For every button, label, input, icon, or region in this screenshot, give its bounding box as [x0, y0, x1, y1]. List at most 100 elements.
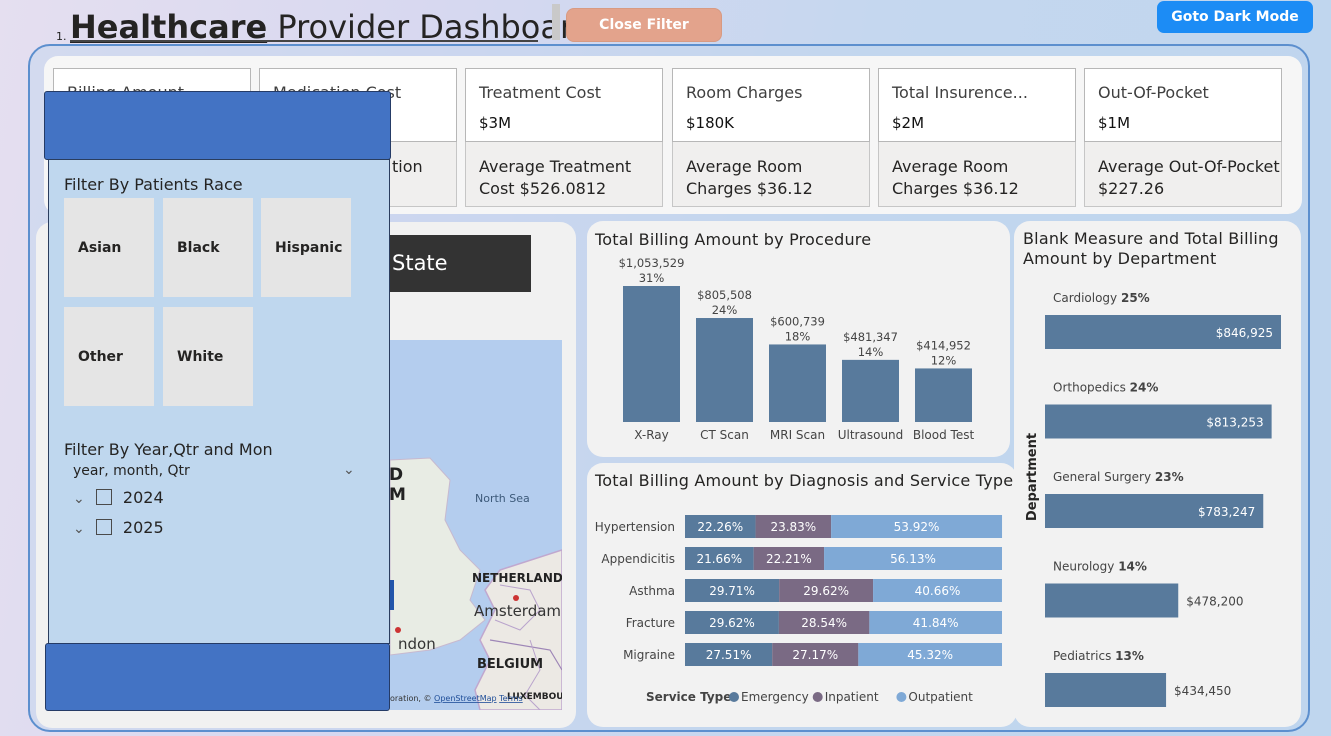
procedure-category-label: CT Scan — [700, 428, 749, 442]
procedure-chart[interactable]: $1,053,52931% X-Ray $805,50824% CT Scan $600… — [587, 255, 1010, 455]
kpi-value: $2M — [892, 114, 925, 132]
diagnosis-segment-label: 29.62% — [709, 616, 755, 630]
legend-marker-inpatient — [812, 692, 823, 702]
year-label: 2025 — [122, 518, 164, 537]
year-row-2024[interactable]: ⌄ 2024 — [73, 488, 164, 507]
map-label-london: ndon — [398, 635, 436, 653]
diagnosis-chart-panel: Total Billing Amount by Diagnosis and Se… — [587, 463, 1017, 727]
kpi-sub: Average Treatment Cost $526.0812 — [465, 142, 663, 207]
diagnosis-category-label: Migraine — [623, 648, 675, 662]
map-city-marker — [395, 627, 401, 633]
diagnosis-chart[interactable]: Hypertension 22.26% 23.83% 53.92% Appendicit… — [587, 503, 1017, 725]
race-tile-black[interactable]: Black — [163, 198, 253, 297]
procedure-percent-label: 12% — [931, 353, 957, 367]
legend-item-inpatient: Inpatient — [825, 690, 879, 704]
map-attribution-terms[interactable]: Terms — [498, 694, 523, 703]
department-percent-label: 24% — [1130, 381, 1159, 395]
kpi-card-out-of-pocket[interactable]: Out-Of-Pocket $1M Average Out-Of-Pocket $… — [1084, 68, 1282, 207]
map-label-amsterdam: Amsterdam — [474, 602, 561, 620]
chevron-down-icon[interactable]: ⌄ — [343, 462, 355, 478]
title-prefix: 1. — [56, 30, 67, 43]
kpi-card-room[interactable]: Room Charges $180K Average Room Charges $… — [672, 68, 870, 207]
kpi-value: $3M — [479, 114, 512, 132]
procedure-category-label: Ultrasound — [838, 428, 904, 442]
department-category-label: General Surgery 23% — [1053, 470, 1184, 484]
diagnosis-segment-label: 29.62% — [803, 584, 849, 598]
diagnosis-segment-label: 21.66% — [696, 552, 742, 566]
date-filter-title: Filter By Year,Qtr and Mon — [64, 440, 273, 459]
diagnosis-segment-label: 56.13% — [890, 552, 936, 566]
race-filter-title: Filter By Patients Race — [64, 175, 243, 194]
kpi-card-treatment[interactable]: Treatment Cost $3M Average Treatment Cost… — [465, 68, 663, 207]
checkbox-2025[interactable] — [95, 519, 112, 535]
diagnosis-segment-label: 29.71% — [709, 584, 755, 598]
checkbox-2024[interactable] — [95, 489, 112, 505]
diagnosis-category-label: Fracture — [626, 616, 675, 630]
procedure-bar — [696, 318, 753, 422]
procedure-percent-label: 24% — [712, 303, 738, 317]
department-value-label: $434,450 — [1174, 684, 1231, 698]
map[interactable]: North Sea NETHERLANDS Amsterdam BELGIUM … — [390, 340, 562, 710]
department-percent-label: 13% — [1115, 649, 1144, 663]
map-data-point — [390, 580, 394, 610]
procedure-value-label: $414,952 — [916, 338, 971, 352]
procedure-bar — [842, 359, 899, 422]
department-category-label: Cardiology 25% — [1053, 291, 1150, 305]
procedure-bar — [769, 344, 826, 422]
department-percent-label: 23% — [1155, 470, 1184, 484]
date-hierarchy-dropdown[interactable]: year, month, Qtr — [73, 463, 190, 479]
map-attribution: oration, © OpenStreetMap Terms — [390, 694, 523, 703]
department-category-label: Orthopedics 24% — [1053, 381, 1158, 395]
legend-item-outpatient: Outpatient — [908, 690, 973, 704]
procedure-category-label: MRI Scan — [770, 428, 825, 442]
procedure-value-label: $481,347 — [843, 330, 898, 344]
title-underline — [70, 40, 538, 42]
kpi-label: Room Charges — [686, 83, 803, 102]
legend-item-emergency: Emergency — [741, 690, 809, 704]
diagnosis-category-label: Hypertension — [595, 520, 675, 534]
map-attribution-osm[interactable]: OpenStreetMap — [434, 694, 497, 703]
procedure-percent-label: 18% — [785, 329, 811, 343]
race-tile-white[interactable]: White — [163, 307, 253, 406]
department-value-label: $783,247 — [1198, 505, 1255, 519]
race-tile-hispanic[interactable]: Hispanic — [261, 198, 351, 297]
race-tile-asian[interactable]: Asian — [64, 198, 154, 297]
kpi-label: Total Insurence... — [892, 83, 1028, 102]
filter-pane: Filter By Patients Race Asian Black Hisp… — [48, 159, 390, 644]
procedure-category-label: X-Ray — [634, 428, 668, 442]
state-button[interactable]: State — [386, 235, 531, 292]
year-label: 2024 — [122, 488, 164, 507]
kpi-value: $180K — [686, 114, 735, 132]
map-label-partial-m: M — [390, 485, 406, 505]
kpi-sub: Average Room Charges $36.12 — [878, 142, 1076, 207]
procedure-percent-label: 31% — [639, 271, 665, 285]
procedure-category-label: Blood Test — [913, 428, 975, 442]
department-chart[interactable]: Department Cardiology 25% $846,925 Orthoped… — [1014, 281, 1301, 721]
filter-pane-header — [44, 91, 391, 160]
title-separator — [552, 4, 560, 40]
expand-chevron-icon[interactable]: ⌄ — [73, 491, 85, 507]
department-percent-label: 14% — [1118, 560, 1147, 574]
diagnosis-category-label: Appendicitis — [601, 552, 675, 566]
map-label-netherlands: NETHERLANDS — [472, 571, 562, 585]
close-filter-button[interactable]: Close Filter — [566, 8, 722, 42]
map-attribution-prefix: oration, © — [390, 694, 434, 703]
diagnosis-segment-label: 22.21% — [766, 552, 812, 566]
kpi-card-insurance[interactable]: Total Insurence... $2M Average Room Charg… — [878, 68, 1076, 207]
procedure-value-label: $805,508 — [697, 288, 752, 302]
procedure-bar — [915, 368, 972, 422]
kpi-sub: Average Room Charges $36.12 — [672, 142, 870, 207]
department-bar — [1045, 673, 1167, 707]
dark-mode-button[interactable]: Goto Dark Mode — [1157, 1, 1313, 33]
map-graphic: North Sea NETHERLANDS Amsterdam BELGIUM … — [390, 457, 562, 710]
department-category-label: Pediatrics 13% — [1053, 649, 1144, 663]
map-label-belgium: BELGIUM — [477, 657, 543, 672]
procedure-percent-label: 14% — [858, 345, 884, 359]
diagnosis-chart-title: Total Billing Amount by Diagnosis and Se… — [595, 471, 1014, 490]
race-tile-other[interactable]: Other — [64, 307, 154, 406]
diagnosis-segment-label: 27.17% — [792, 648, 838, 662]
procedure-bar — [623, 286, 680, 422]
legend-marker-outpatient — [896, 692, 907, 702]
expand-chevron-icon[interactable]: ⌄ — [73, 521, 85, 537]
year-row-2025[interactable]: ⌄ 2025 — [73, 518, 164, 537]
